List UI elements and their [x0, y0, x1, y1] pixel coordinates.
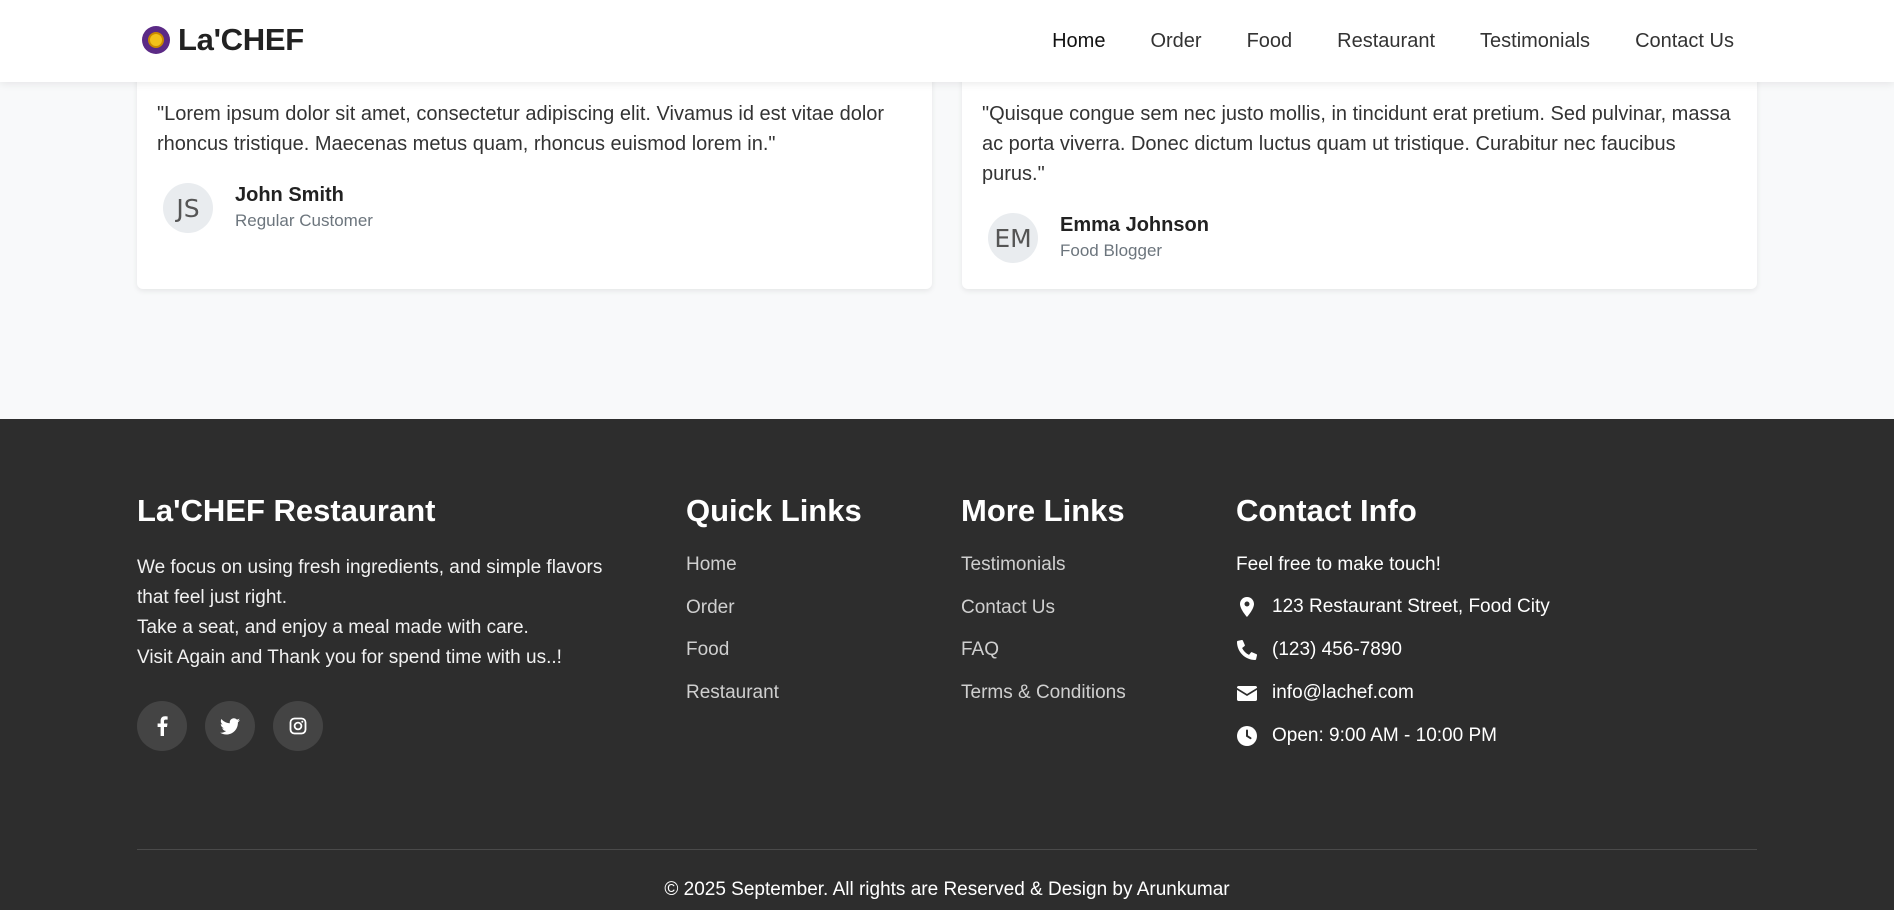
testimonial-author: JS John Smith Regular Customer [163, 182, 373, 234]
more-links-title: More Links [961, 493, 1125, 528]
nav-testimonials[interactable]: Testimonials [1480, 30, 1590, 53]
testimonial-quote: "Lorem ipsum dolor sit amet, consectetur… [157, 103, 885, 155]
footer-link-contact-us[interactable]: Contact Us [961, 596, 1126, 620]
contact-phone: (123) 456-7890 [1236, 638, 1550, 662]
author-name: Emma Johnson [1060, 214, 1209, 236]
social-links [137, 701, 637, 751]
about-line: Visit Again and Thank you for spend time… [137, 647, 562, 668]
footer-more-links: More Links Testimonials Contact Us FAQ T… [961, 491, 1126, 723]
author-role: Food Blogger [1060, 241, 1163, 260]
avatar: JS [163, 183, 213, 233]
footer-link-faq[interactable]: FAQ [961, 638, 1126, 662]
contact-email: info@lachef.com [1236, 681, 1550, 705]
author-name: John Smith [235, 184, 344, 206]
twitter-icon[interactable] [205, 701, 255, 751]
clock-icon [1236, 726, 1258, 746]
instagram-icon[interactable] [273, 701, 323, 751]
testimonial-quote: "Quisque congue sem nec justo mollis, in… [982, 103, 1731, 185]
footer-link-food[interactable]: Food [686, 638, 862, 662]
contact-phone-text: (123) 456-7890 [1272, 639, 1402, 660]
about-line: We focus on using fresh ingredients, and… [137, 557, 603, 608]
contact-hours: Open: 9:00 AM - 10:00 PM [1236, 724, 1550, 748]
contact-hours-text: Open: 9:00 AM - 10:00 PM [1272, 725, 1497, 746]
testimonial-author: EM Emma Johnson Food Blogger [988, 212, 1209, 264]
envelope-icon [1236, 685, 1258, 701]
brand-logo-link[interactable]: La'CHEF [142, 22, 304, 58]
copyright-text: © 2025 September. All rights are Reserve… [664, 879, 1230, 900]
quick-links-title: Quick Links [686, 493, 862, 528]
testimonial-card: "Quisque congue sem nec justo mollis, in… [962, 72, 1757, 289]
footer-divider [137, 849, 1757, 850]
footer-about-title: La'CHEF Restaurant [137, 493, 436, 528]
site-header: La'CHEF Home Order Food Restaurant Testi… [0, 0, 1894, 82]
nav-food[interactable]: Food [1247, 30, 1293, 53]
phone-icon [1236, 640, 1258, 660]
footer-link-order[interactable]: Order [686, 596, 862, 620]
footer-link-terms[interactable]: Terms & Conditions [961, 681, 1126, 705]
contact-tagline: Feel free to make touch! [1236, 554, 1441, 575]
contact-info-title: Contact Info [1236, 493, 1417, 528]
author-role: Regular Customer [235, 211, 373, 230]
footer-link-home[interactable]: Home [686, 553, 862, 577]
contact-address-text: 123 Restaurant Street, Food City [1272, 596, 1550, 617]
footer-quick-links: Quick Links Home Order Food Restaurant [686, 491, 862, 723]
contact-email-text: info@lachef.com [1272, 682, 1414, 703]
avatar: EM [988, 213, 1038, 263]
footer-about: La'CHEF Restaurant We focus on using fre… [137, 491, 637, 751]
brand-name: La'CHEF [178, 22, 304, 57]
contact-address: 123 Restaurant Street, Food City [1236, 595, 1550, 619]
nav-restaurant[interactable]: Restaurant [1337, 30, 1435, 53]
footer-link-testimonials[interactable]: Testimonials [961, 553, 1126, 577]
footer-contact-info: Contact Info Feel free to make touch! 12… [1236, 491, 1550, 767]
footer-link-restaurant[interactable]: Restaurant [686, 681, 862, 705]
facebook-icon[interactable] [137, 701, 187, 751]
footer-about-text: We focus on using fresh ingredients, and… [137, 553, 637, 673]
nav-contact-us[interactable]: Contact Us [1635, 30, 1734, 53]
location-pin-icon [1236, 597, 1258, 617]
main-nav: Home Order Food Restaurant Testimonials … [1052, 0, 1734, 82]
nav-order[interactable]: Order [1150, 30, 1201, 53]
about-line: Take a seat, and enjoy a meal made with … [137, 617, 529, 638]
site-footer: La'CHEF Restaurant We focus on using fre… [0, 419, 1894, 910]
chef-logo-icon [142, 26, 170, 54]
nav-home[interactable]: Home [1052, 30, 1105, 53]
testimonial-card: "Lorem ipsum dolor sit amet, consectetur… [137, 72, 932, 289]
